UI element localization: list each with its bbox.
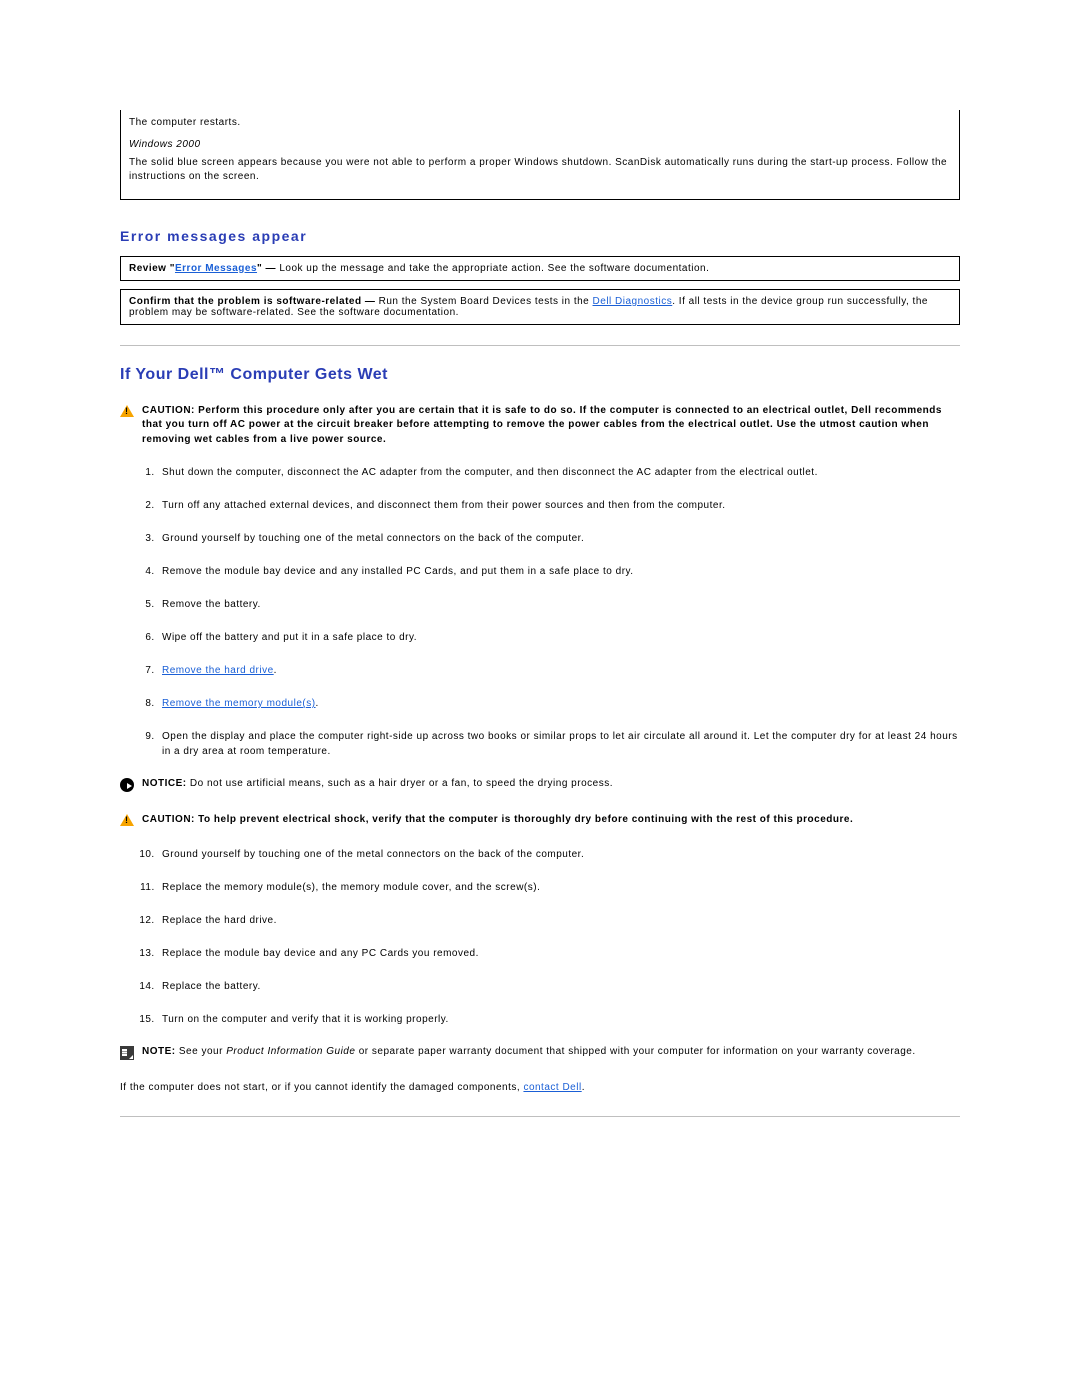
footer-before: If the computer does not start, or if yo… xyxy=(120,1082,523,1093)
caution-1-text: Perform this procedure only after you ar… xyxy=(142,405,942,445)
error-messages-link[interactable]: Error Messages xyxy=(175,263,257,274)
dell-diagnostics-link[interactable]: Dell Diagnostics xyxy=(593,296,673,307)
confirm-text-before: Run the System Board Devices tests in th… xyxy=(375,296,592,307)
step-15: Turn on the computer and verify that it … xyxy=(158,1012,960,1027)
section-divider-bottom xyxy=(120,1116,960,1117)
step-8: Remove the memory module(s). xyxy=(158,696,960,711)
wet-section-heading: If Your Dell™ Computer Gets Wet xyxy=(120,366,960,384)
caution-2-label: CAUTION: xyxy=(142,814,195,825)
note-italic: Product Information Guide xyxy=(226,1046,355,1057)
step-13: Replace the module bay device and any PC… xyxy=(158,946,960,961)
notice-1: NOTICE: Do not use artificial means, suc… xyxy=(120,777,960,795)
confirm-label: Confirm that the problem is software-rel… xyxy=(129,296,375,307)
note-text-after: or separate paper warranty document that… xyxy=(355,1046,915,1057)
step-6: Wipe off the battery and put it in a saf… xyxy=(158,630,960,645)
footer-paragraph: If the computer does not start, or if yo… xyxy=(120,1081,960,1096)
top-line-1: The computer restarts. xyxy=(129,116,951,131)
caution-2-text: To help prevent electrical shock, verify… xyxy=(195,814,853,825)
note-1-label: NOTE: xyxy=(142,1046,176,1057)
footer-after: . xyxy=(582,1082,585,1093)
review-label-suffix-bold: " — xyxy=(257,263,276,274)
step-12: Replace the hard drive. xyxy=(158,913,960,928)
notice-icon xyxy=(120,778,134,792)
review-label-prefix: Review " xyxy=(129,263,175,274)
note-text-before: See your xyxy=(176,1046,227,1057)
steps-list-b: Ground yourself by touching one of the m… xyxy=(120,847,960,1027)
notice-1-text: Do not use artificial means, such as a h… xyxy=(187,778,613,789)
step-1: Shut down the computer, disconnect the A… xyxy=(158,465,960,480)
steps-list-a: Shut down the computer, disconnect the A… xyxy=(120,465,960,759)
note-icon xyxy=(120,1046,134,1060)
step-3: Ground yourself by touching one of the m… xyxy=(158,531,960,546)
error-box-2: Confirm that the problem is software-rel… xyxy=(120,289,960,325)
note-1: NOTE: See your Product Information Guide… xyxy=(120,1045,960,1063)
step-4: Remove the module bay device and any ins… xyxy=(158,564,960,579)
step-10: Ground yourself by touching one of the m… xyxy=(158,847,960,862)
step-7: Remove the hard drive. xyxy=(158,663,960,678)
step-2: Turn off any attached external devices, … xyxy=(158,498,960,513)
step-14: Replace the battery. xyxy=(158,979,960,994)
os-label: Windows 2000 xyxy=(129,139,951,150)
caution-1-label: CAUTION: xyxy=(142,405,195,416)
error-box-1: Review "Error Messages" — Look up the me… xyxy=(120,256,960,281)
step-11: Replace the memory module(s), the memory… xyxy=(158,880,960,895)
review-text-rest: Look up the message and take the appropr… xyxy=(276,263,709,274)
error-messages-heading: Error messages appear xyxy=(120,228,960,244)
remove-memory-module-link[interactable]: Remove the memory module(s) xyxy=(162,698,316,709)
section-divider xyxy=(120,345,960,346)
caution-1: CAUTION: Perform this procedure only aft… xyxy=(120,404,960,448)
step-5: Remove the battery. xyxy=(158,597,960,612)
step-9: Open the display and place the computer … xyxy=(158,729,960,759)
caution-icon xyxy=(120,405,134,417)
notice-1-label: NOTICE: xyxy=(142,778,187,789)
contact-dell-link[interactable]: contact Dell xyxy=(523,1082,581,1093)
top-info-box: The computer restarts. Windows 2000 The … xyxy=(120,110,960,200)
caution-icon xyxy=(120,814,134,826)
caution-2: CAUTION: To help prevent electrical shoc… xyxy=(120,813,960,829)
remove-hard-drive-link[interactable]: Remove the hard drive xyxy=(162,665,274,676)
top-line-2: The solid blue screen appears because yo… xyxy=(129,156,951,185)
